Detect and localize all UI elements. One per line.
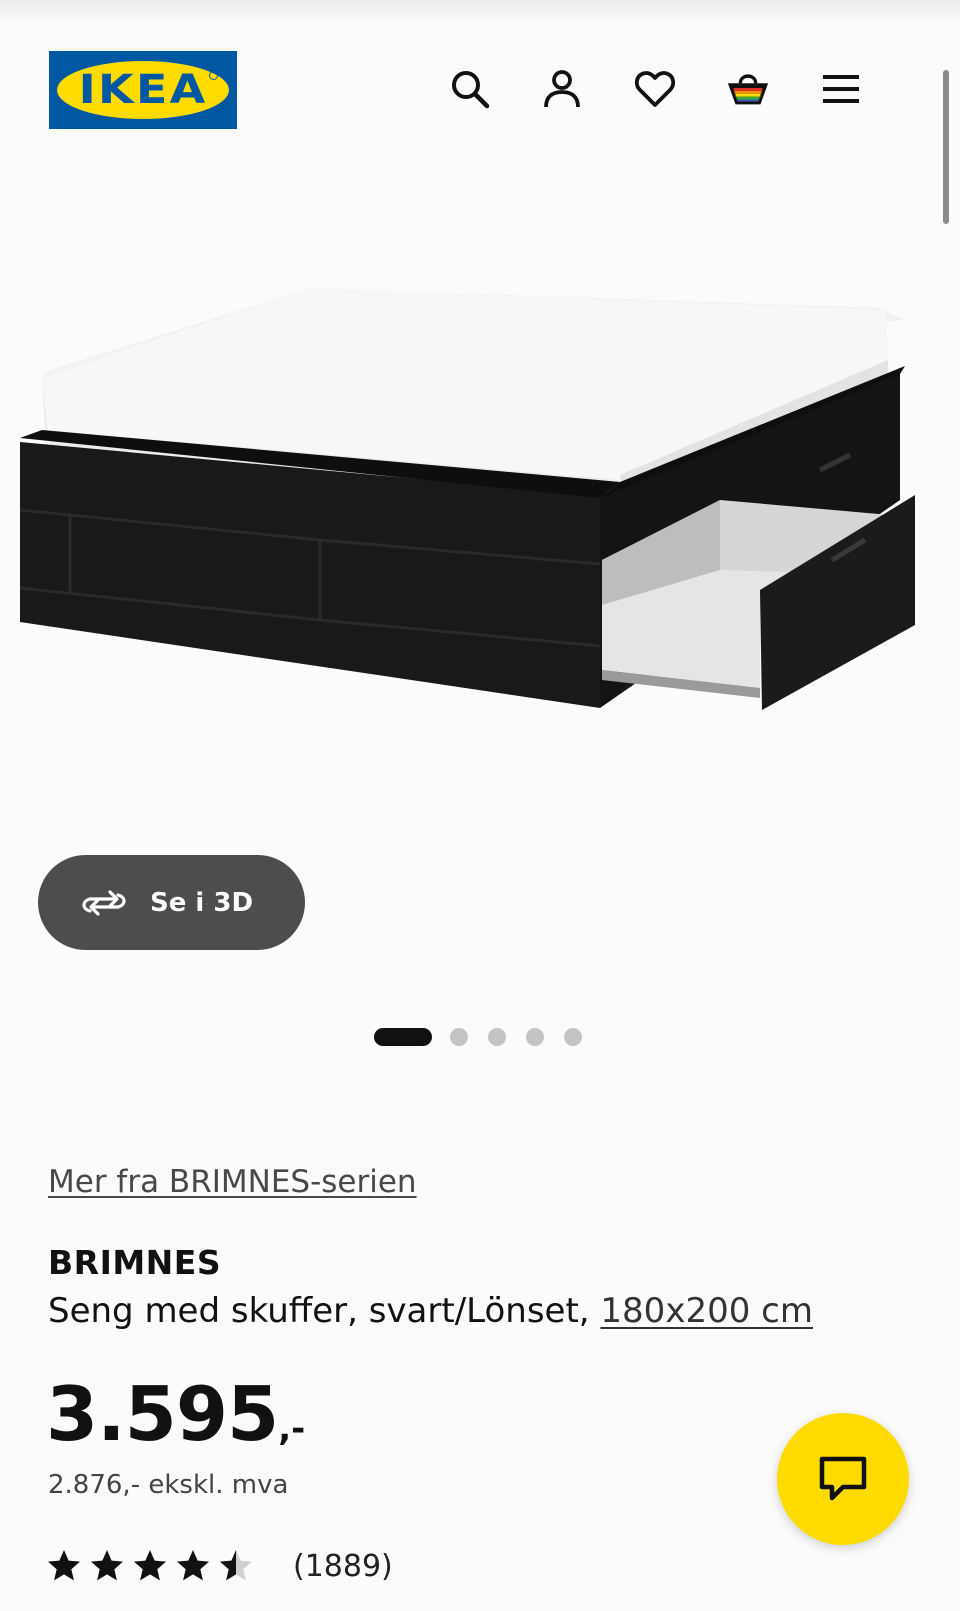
series-link[interactable]: Mer fra BRIMNES-serien xyxy=(48,1164,417,1200)
logo-oval: IKEA xyxy=(57,61,229,119)
heart-icon[interactable] xyxy=(632,66,678,112)
product-image[interactable] xyxy=(20,270,940,850)
rating-stars xyxy=(46,1548,261,1584)
ikea-logo[interactable]: IKEA xyxy=(49,51,237,129)
scrollbar[interactable] xyxy=(943,70,949,224)
product-name: BRIMNES xyxy=(48,1243,222,1282)
site-header: IKEA xyxy=(0,0,960,150)
size-link[interactable]: 180x200 cm xyxy=(600,1291,813,1331)
star-icon xyxy=(91,1550,123,1581)
gallery-dot[interactable] xyxy=(526,1028,544,1046)
star-icon xyxy=(48,1550,80,1581)
star-icon xyxy=(134,1550,166,1581)
price-suffix: ,- xyxy=(278,1409,306,1449)
gallery-dot[interactable] xyxy=(564,1028,582,1046)
logo-text: IKEA xyxy=(78,67,208,113)
gallery-dot[interactable] xyxy=(488,1028,506,1046)
view-3d-button[interactable]: Se i 3D xyxy=(38,855,305,950)
star-icon xyxy=(220,1550,252,1581)
product-rating[interactable]: (1889) xyxy=(46,1548,393,1584)
chat-icon xyxy=(819,1456,867,1501)
menu-icon[interactable] xyxy=(818,66,864,112)
view-3d-label: Se i 3D xyxy=(150,887,254,918)
price-ex-vat: 2.876,- ekskl. mva xyxy=(48,1470,289,1500)
chat-button[interactable] xyxy=(777,1413,909,1545)
review-count: (1889) xyxy=(293,1548,393,1584)
gallery-pagination xyxy=(374,1027,602,1047)
product-description: Seng med skuffer, svart/Lönset, 180x200 … xyxy=(48,1291,813,1331)
rotate-3d-icon xyxy=(82,889,126,916)
price-main: 3.595 xyxy=(46,1370,279,1458)
product-price: 3.595,- xyxy=(46,1370,305,1458)
star-icon xyxy=(177,1550,209,1581)
product-description-text: Seng med skuffer, svart/Lönset, xyxy=(48,1291,601,1331)
account-icon[interactable] xyxy=(539,66,585,112)
search-icon[interactable] xyxy=(447,66,493,112)
gallery-dot[interactable] xyxy=(450,1028,468,1046)
basket-icon[interactable] xyxy=(725,66,771,112)
registered-mark xyxy=(209,71,218,80)
gallery-dot-active[interactable] xyxy=(374,1028,432,1046)
